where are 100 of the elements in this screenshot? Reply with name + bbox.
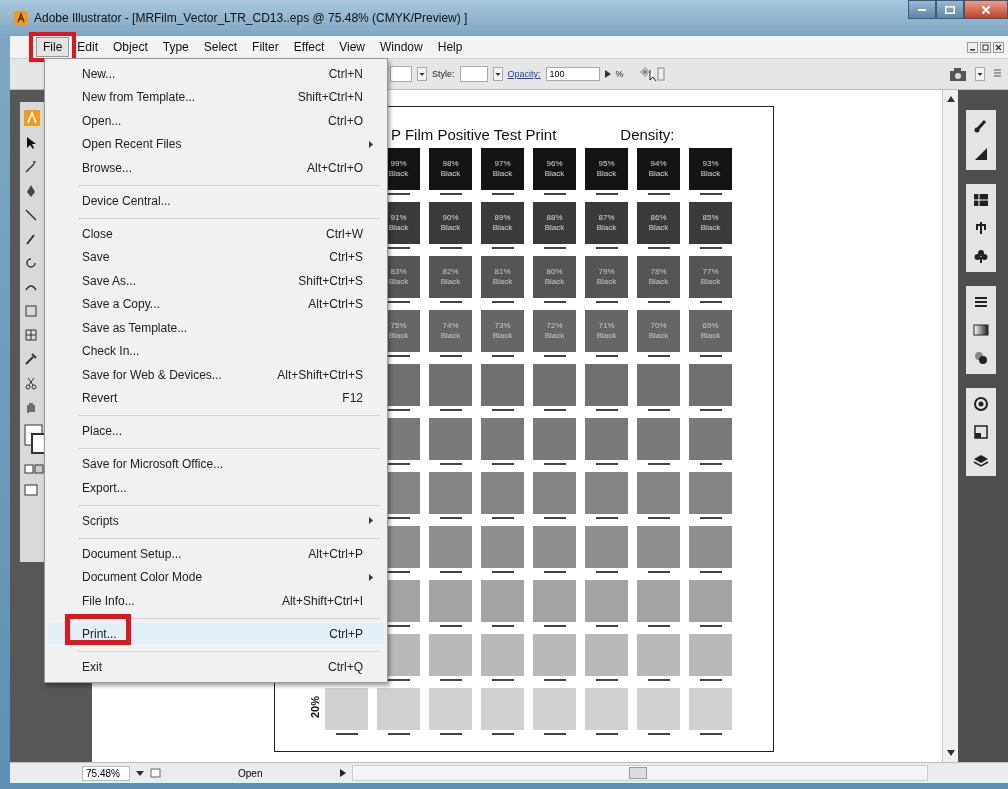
menu-item[interactable]: Revert F12 xyxy=(47,386,385,410)
caption-mark xyxy=(543,625,566,627)
rotate-icon[interactable] xyxy=(24,256,38,270)
menu-item[interactable]: Effect xyxy=(286,37,332,57)
triangle-icon[interactable] xyxy=(973,146,989,162)
caption-mark xyxy=(387,571,410,573)
menu-item[interactable]: Help xyxy=(430,37,470,57)
play-arrow-icon[interactable] xyxy=(340,769,346,777)
percent-label: % xyxy=(615,69,624,79)
menu-item[interactable]: Export... xyxy=(47,476,385,500)
horizontal-scrollbar[interactable] xyxy=(352,765,928,781)
opacity-field[interactable]: 100 xyxy=(545,67,600,81)
brush-icon[interactable] xyxy=(973,118,989,134)
scroll-thumb[interactable] xyxy=(628,767,647,779)
menu-item[interactable]: Print... Ctrl+P xyxy=(47,612,385,646)
lines-icon[interactable] xyxy=(973,294,989,310)
target-icon[interactable] xyxy=(973,396,989,412)
maximize-button[interactable] xyxy=(936,0,964,19)
caption-mark xyxy=(543,463,566,465)
eyedropper-icon[interactable] xyxy=(24,352,38,366)
close-button[interactable] xyxy=(964,0,1008,19)
caption-mark xyxy=(543,355,566,357)
menu-item[interactable]: Edit xyxy=(70,37,106,57)
opacity-link[interactable]: Opacity: xyxy=(507,69,541,79)
draw-mode-icon[interactable] xyxy=(24,464,44,474)
window-icon[interactable] xyxy=(973,424,989,440)
menu-item[interactable]: Save for Web & Devices... Alt+Shift+Ctrl+S xyxy=(47,363,385,387)
tone-swatch: 90% Black xyxy=(429,202,472,244)
menu-item[interactable]: Document Color Mode xyxy=(47,565,385,589)
menu-item[interactable]: Filter xyxy=(245,37,286,57)
scroll-up-icon[interactable] xyxy=(946,96,955,102)
caret-icon[interactable] xyxy=(417,67,427,81)
tone-swatch: 72% Black xyxy=(533,310,576,352)
menu-item[interactable]: Object xyxy=(106,37,155,57)
caption-mark xyxy=(439,193,462,195)
sparkle-arrow-icon[interactable] xyxy=(638,66,665,82)
density-label: Density: xyxy=(620,126,675,143)
caption-mark xyxy=(491,517,514,519)
caret-icon[interactable] xyxy=(136,770,144,776)
window-title: Adobe Illustrator - [MRFilm_Vector_LTR_CD13..eps @ 75.48% (CMYK/Preview) ] xyxy=(34,11,468,25)
caret-icon[interactable] xyxy=(492,67,503,81)
caption-mark xyxy=(439,571,462,573)
dropdown-field[interactable] xyxy=(390,66,412,82)
layers-icon[interactable] xyxy=(973,452,989,468)
page-icon[interactable] xyxy=(150,768,162,778)
grid-icon[interactable] xyxy=(973,192,989,208)
menu-item[interactable]: New... Ctrl+N xyxy=(47,62,385,86)
play-arrow-icon[interactable] xyxy=(604,70,611,78)
caption-mark xyxy=(543,679,566,681)
wand-icon[interactable] xyxy=(24,160,38,174)
menu-item[interactable]: New from Template... Shift+Ctrl+N xyxy=(47,85,385,109)
menu-item[interactable]: File xyxy=(36,37,70,57)
mesh-icon[interactable] xyxy=(24,328,38,342)
caption-mark xyxy=(595,517,618,519)
club-icon[interactable] xyxy=(973,248,989,264)
menu-item[interactable]: Select xyxy=(196,37,245,57)
caption-mark xyxy=(387,301,410,303)
caption-mark xyxy=(491,679,514,681)
menu-item[interactable]: File Info... Alt+Shift+Ctrl+I xyxy=(47,589,385,613)
style-field[interactable] xyxy=(459,66,488,82)
circles-icon[interactable] xyxy=(973,350,989,366)
minimize-button[interactable] xyxy=(908,0,936,19)
brush-icon[interactable] xyxy=(24,232,38,246)
vertical-scrollbar[interactable] xyxy=(942,90,958,762)
menu-item[interactable]: Window xyxy=(373,37,430,57)
caption-mark xyxy=(491,301,514,303)
caption-mark xyxy=(439,679,462,681)
tone-swatch: 98% Black xyxy=(429,148,472,190)
pen-icon[interactable] xyxy=(24,184,38,198)
minimize-icon[interactable] xyxy=(967,41,978,53)
menu-item[interactable]: Type xyxy=(155,37,196,57)
tone-swatch: 85% Black xyxy=(689,202,732,244)
selection-arrow-icon[interactable] xyxy=(24,136,38,150)
line-tool-icon[interactable] xyxy=(24,208,38,222)
scroll-down-icon[interactable] xyxy=(946,750,955,756)
tone-swatch: 95% Black xyxy=(585,148,628,190)
caption-mark xyxy=(439,355,462,357)
caption-mark xyxy=(647,571,670,573)
caption-mark xyxy=(595,355,618,357)
restore-icon[interactable] xyxy=(980,41,991,53)
tone-swatch: 88% Black xyxy=(533,202,576,244)
close-icon[interactable] xyxy=(993,41,1004,53)
gradient-icon[interactable] xyxy=(973,322,989,338)
caption-mark xyxy=(439,625,462,627)
caption-mark xyxy=(699,625,722,627)
zoom-field[interactable]: 75.48% xyxy=(82,765,130,781)
screen-mode-icon[interactable] xyxy=(24,484,38,496)
menu-item[interactable]: Open... Ctrl+O xyxy=(47,109,385,133)
scissors-icon[interactable] xyxy=(24,376,38,390)
caption-mark xyxy=(491,571,514,573)
caption-mark xyxy=(647,733,670,735)
submenu-arrow-icon xyxy=(369,573,373,581)
caption-mark xyxy=(491,409,514,411)
caption-mark xyxy=(699,355,722,357)
caret-icon[interactable] xyxy=(975,67,985,81)
caption-mark xyxy=(699,301,722,303)
caption-mark xyxy=(543,517,566,519)
caption-mark xyxy=(387,463,410,465)
caption-mark xyxy=(439,733,462,735)
menu-item[interactable]: View xyxy=(332,37,373,57)
